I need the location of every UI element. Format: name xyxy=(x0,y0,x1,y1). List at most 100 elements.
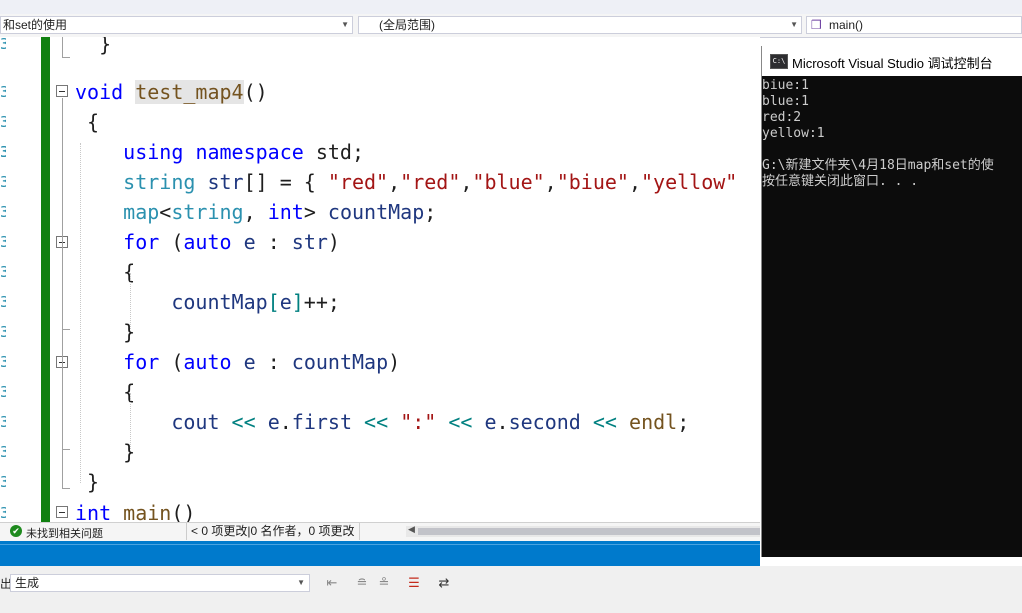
collapse-icon[interactable] xyxy=(56,85,68,97)
line-number-fragment: 3 xyxy=(0,83,6,101)
output-panel: 出 生成 ▼ ⇤ ≘ ≗ ☰ ⇄ xyxy=(0,566,1022,613)
code-token: : xyxy=(255,230,292,254)
fold-guide xyxy=(62,37,63,57)
scrollbar-thumb[interactable] xyxy=(418,528,760,535)
code-token: using xyxy=(123,140,184,164)
code-token: . xyxy=(496,410,509,434)
line-number-fragment: 3 xyxy=(0,263,6,281)
chevron-left-icon: < xyxy=(191,524,199,538)
scroll-left-icon[interactable]: ◀ xyxy=(408,524,415,535)
code-token: cout xyxy=(171,410,220,434)
top-strip xyxy=(0,0,1022,14)
console-app-icon: C:\ xyxy=(770,54,788,69)
output-source-dropdown[interactable]: 生成 ▼ xyxy=(10,574,310,592)
console-line: biue:1 xyxy=(762,78,809,93)
output-panel-header xyxy=(0,541,760,566)
code-token: int xyxy=(75,501,112,522)
code-token: , xyxy=(460,170,473,194)
fold-end xyxy=(62,449,70,450)
clear-all-icon[interactable]: ☰ xyxy=(406,575,422,591)
code-line: { xyxy=(75,257,135,287)
line-number-fragment: 3 xyxy=(0,293,6,311)
line-number-fragment: 3 xyxy=(0,323,6,341)
code-token: ) xyxy=(327,230,340,254)
code-token: "red" xyxy=(400,170,461,194)
code-token: string xyxy=(123,170,196,194)
file-scope-dropdown[interactable]: 和set的使用 ▼ xyxy=(0,16,353,34)
code-token: str xyxy=(291,230,328,254)
code-token: ; xyxy=(424,200,437,224)
code-token: ":" xyxy=(400,410,437,434)
line-number-fragment: 3 xyxy=(0,113,6,131)
code-token: } xyxy=(75,320,136,344)
code-line: } xyxy=(75,37,111,59)
code-token: } xyxy=(75,440,136,464)
changes-indicator[interactable]: < 0 项更改|0 名作者，0 项更改 xyxy=(186,523,360,540)
code-token: e xyxy=(243,230,256,254)
changes-text: 0 项更改|0 名作者，0 项更改 xyxy=(201,524,355,538)
code-token: countMap xyxy=(291,350,389,374)
code-token: namespace xyxy=(195,140,304,164)
console-line: 按任意键关闭此窗口. . . xyxy=(762,174,919,189)
word-wrap-icon[interactable]: ⇄ xyxy=(436,575,452,591)
console-title-bar[interactable]: C:\ Microsoft Visual Studio 调试控制台 xyxy=(762,46,1022,76)
fold-end xyxy=(62,329,70,330)
debug-console-window[interactable]: C:\ Microsoft Visual Studio 调试控制台 biue:1… xyxy=(761,46,1022,557)
code-token: < xyxy=(159,200,172,224)
code-token: : xyxy=(255,350,292,374)
collapse-icon[interactable] xyxy=(56,506,68,518)
next-message-icon[interactable]: ≗ xyxy=(376,575,392,591)
code-token: ) xyxy=(388,350,401,374)
code-line: } xyxy=(75,467,99,497)
line-number-fragment: 3 xyxy=(0,443,6,461)
code-token: e xyxy=(267,410,280,434)
file-scope-label: 和set的使用 xyxy=(3,18,68,32)
issues-status[interactable]: 未找到相关问题 xyxy=(26,525,103,541)
code-token: e xyxy=(243,350,256,374)
console-line: yellow:1 xyxy=(762,126,825,141)
method-icon: ❒ xyxy=(811,18,822,32)
console-output: biue:1 blue:1 red:2 yellow:1 G:\新建文件夹\4月18日… xyxy=(762,78,1022,190)
code-token: << xyxy=(592,410,617,434)
code-token: () xyxy=(243,80,268,104)
code-token: main xyxy=(123,501,172,522)
code-line: int main() xyxy=(75,498,195,522)
code-token: "blue" xyxy=(472,170,545,194)
code-token: int xyxy=(267,200,304,224)
code-token: , xyxy=(388,170,401,194)
find-message-icon[interactable]: ⇤ xyxy=(324,575,340,591)
chevron-down-icon: ▼ xyxy=(341,20,349,29)
code-editor[interactable]: 33333333333333333 } void test_map4() { us… xyxy=(0,37,760,522)
line-number-fragment: 3 xyxy=(0,383,6,401)
code-token: void xyxy=(75,80,124,104)
code-line: for (auto e : str) xyxy=(75,227,340,257)
code-token: str xyxy=(207,170,244,194)
global-scope-dropdown[interactable]: (全局范围) ▼ xyxy=(358,16,802,34)
code-token: std; xyxy=(303,140,365,164)
code-token: ( xyxy=(159,230,184,254)
line-number-fragment: 3 xyxy=(0,413,6,431)
code-token: countMap xyxy=(171,290,268,314)
code-line: string str[] = { "red","red","blue","biu… xyxy=(75,167,737,197)
global-scope-label: (全局范围) xyxy=(379,18,435,32)
line-number-fragment: 3 xyxy=(0,173,6,191)
code-token: second xyxy=(508,410,581,434)
member-dropdown[interactable]: ❒ main() xyxy=(806,16,1022,34)
line-number-fragment: 3 xyxy=(0,233,6,251)
navigation-bar: 和set的使用 ▼ (全局范围) ▼ ❒ main() xyxy=(0,14,1022,38)
indent-guide xyxy=(130,273,131,329)
fold-end xyxy=(62,488,70,489)
code-token: "yellow" xyxy=(641,170,738,194)
previous-message-icon[interactable]: ≘ xyxy=(354,575,370,591)
code-token: for xyxy=(123,350,160,374)
horizontal-scrollbar[interactable]: ◀ xyxy=(406,524,760,537)
code-token: ++; xyxy=(303,290,340,314)
